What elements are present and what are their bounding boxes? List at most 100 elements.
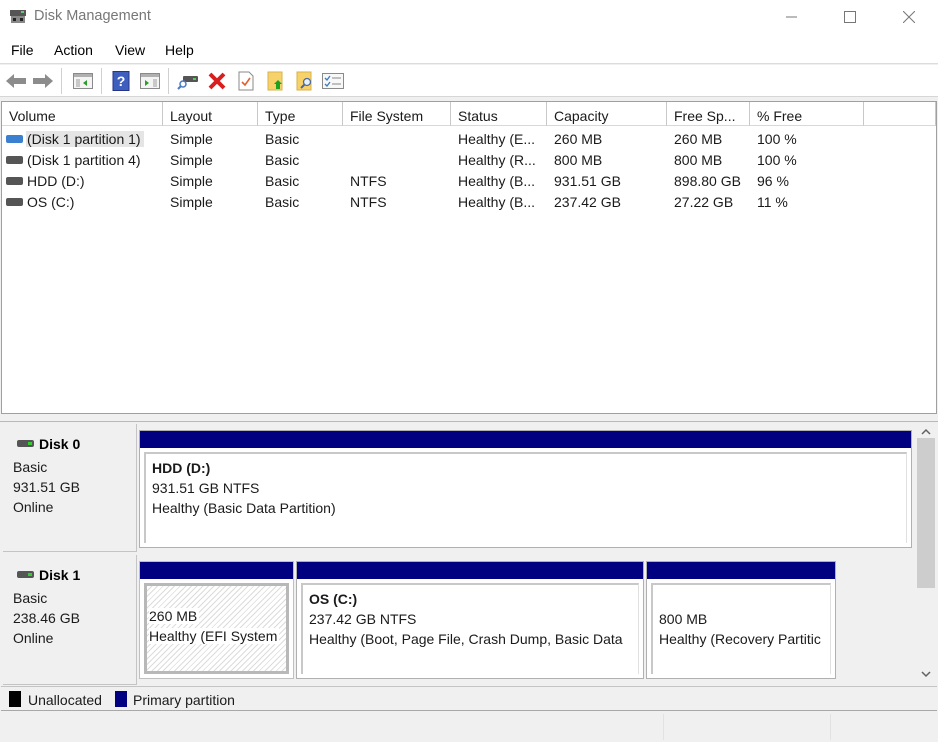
cell-status: Healthy (E... [458, 131, 536, 147]
scroll-down-icon[interactable] [921, 670, 931, 678]
column-header-status[interactable]: Status [451, 102, 547, 126]
selected-partition-hatch: 260 MB Healthy (EFI System [144, 583, 289, 674]
cell-type: Basic [265, 131, 300, 147]
status-separator [830, 714, 831, 740]
checklist-icon [322, 73, 344, 89]
cell-capacity: 931.51 GB [554, 173, 621, 189]
column-header-layout[interactable]: Layout [163, 102, 258, 126]
delete-button[interactable] [205, 69, 229, 93]
cell-free-space: 27.22 GB [674, 194, 734, 210]
forward-arrow-icon [33, 74, 53, 88]
maximize-button[interactable] [827, 0, 873, 34]
pane-splitter[interactable] [0, 414, 938, 422]
column-header-percent-free[interactable]: % Free [750, 102, 864, 126]
cell-file-system: NTFS [350, 173, 387, 189]
partition-recovery[interactable]: 800 MB Healthy (Recovery Partitic [646, 561, 836, 679]
menu-action[interactable]: Action [54, 42, 93, 58]
disk-size: 931.51 GB [13, 479, 80, 495]
cell-layout: Simple [170, 173, 213, 189]
back-arrow-icon [6, 74, 26, 88]
disk-pane-scrollbar[interactable] [915, 428, 937, 686]
back-button[interactable] [4, 69, 28, 93]
show-hide-console-tree-button[interactable] [71, 69, 95, 93]
cell-file-system: NTFS [350, 194, 387, 210]
minimize-icon [786, 16, 797, 18]
window-title: Disk Management [34, 8, 151, 24]
disk-state: Online [13, 630, 54, 646]
disk-icon [17, 440, 34, 447]
volume-icon [6, 198, 23, 206]
cell-percent-free: 100 % [757, 152, 797, 168]
disk-connect-icon [177, 76, 198, 90]
svg-text:?: ? [117, 73, 126, 89]
disk-name: Disk 1 [39, 567, 81, 583]
status-separator [663, 714, 664, 740]
minimize-button[interactable] [769, 0, 815, 34]
column-header-volume[interactable]: Volume [2, 102, 163, 126]
cell-type: Basic [265, 173, 300, 189]
menu-help[interactable]: Help [165, 42, 194, 58]
disk-map-pane: Disk 0 Basic 931.51 GB Online HDD (D:) 9… [1, 422, 915, 686]
cell-status: Healthy (B... [458, 194, 536, 210]
table-row[interactable]: (Disk 1 partition 4) Simple Basic Healthy (… [2, 150, 936, 171]
properties-button[interactable] [234, 69, 258, 93]
partition-size: 237.42 GB NTFS [309, 611, 417, 627]
disk-management-app-icon [10, 10, 26, 23]
cell-type: Basic [265, 194, 300, 210]
partition-size: 931.51 GB NTFS [152, 480, 260, 496]
unallocated-swatch [9, 691, 21, 707]
help-button[interactable]: ? [109, 69, 133, 93]
cell-volume: HDD (D:) [27, 173, 85, 189]
table-row[interactable]: OS (C:) Simple Basic NTFS Healthy (B... 237.4… [2, 192, 936, 213]
scroll-up-icon[interactable] [921, 428, 931, 436]
disk-state: Online [13, 499, 54, 515]
status-bar [0, 712, 938, 742]
primary-partition-bar [140, 431, 911, 448]
connect-virtual-disk-button[interactable] [176, 69, 200, 93]
folder-search-icon [296, 71, 312, 91]
primary-partition-bar [140, 562, 293, 579]
disk-type: Basic [13, 459, 48, 475]
column-header-filler [864, 102, 936, 126]
disk-1-info[interactable]: Disk 1 Basic 238.46 GB Online [3, 555, 137, 685]
partition-label: OS (C:) [309, 591, 358, 607]
partition-efi-system[interactable]: 260 MB Healthy (EFI System [139, 561, 294, 679]
close-icon [903, 11, 915, 23]
cell-percent-free: 11 % [757, 194, 788, 210]
disk-size: 238.46 GB [13, 610, 80, 626]
partition-status: Healthy (Recovery Partitic [659, 631, 821, 647]
menu-view[interactable]: View [115, 42, 145, 58]
legend-unallocated: Unallocated [28, 692, 102, 708]
column-header-free-space[interactable]: Free Sp... [667, 102, 750, 126]
partition-os-c[interactable]: OS (C:) 237.42 GB NTFS Healthy (Boot, Pa… [296, 561, 644, 679]
disk-icon [17, 571, 34, 578]
title-bar: Disk Management [0, 0, 938, 34]
menu-file[interactable]: File [11, 42, 34, 58]
volume-icon [6, 177, 23, 185]
partition-size: 260 MB [149, 608, 200, 624]
table-row[interactable]: HDD (D:) Simple Basic NTFS Healthy (B... 931.… [2, 171, 936, 192]
partition-status: Healthy (EFI System [149, 628, 280, 644]
legend-primary-partition: Primary partition [133, 692, 235, 708]
partition-status: Healthy (Boot, Page File, Crash Dump, Ba… [309, 631, 623, 647]
maximize-icon [844, 11, 856, 23]
cell-volume: (Disk 1 partition 1) [26, 131, 144, 147]
column-header-type[interactable]: Type [258, 102, 343, 126]
list-view-button[interactable] [321, 69, 345, 93]
table-row[interactable]: (Disk 1 partition 1) Simple Basic Healthy (… [2, 129, 936, 150]
column-header-capacity[interactable]: Capacity [547, 102, 667, 126]
cell-percent-free: 96 % [757, 173, 789, 189]
legend: Unallocated Primary partition [1, 686, 937, 711]
disk-0-info[interactable]: Disk 0 Basic 931.51 GB Online [3, 424, 137, 552]
cell-layout: Simple [170, 152, 213, 168]
primary-partition-swatch [115, 691, 127, 707]
forward-button[interactable] [31, 69, 55, 93]
close-button[interactable] [886, 0, 932, 34]
open-folder-button[interactable] [264, 69, 288, 93]
explore-button[interactable] [293, 69, 317, 93]
show-hide-action-pane-button[interactable] [138, 69, 162, 93]
scrollbar-thumb[interactable] [917, 438, 935, 588]
column-header-file-system[interactable]: File System [343, 102, 451, 126]
delete-icon [208, 72, 226, 90]
partition-hdd-d[interactable]: HDD (D:) 931.51 GB NTFS Healthy (Basic D… [139, 430, 912, 548]
